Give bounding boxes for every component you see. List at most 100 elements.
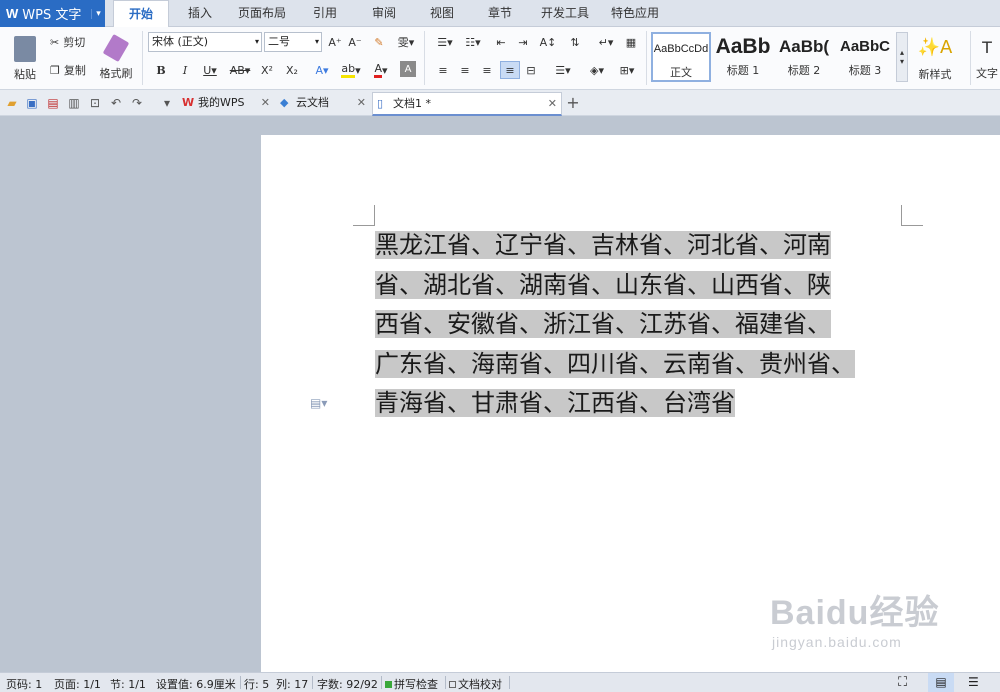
font-size-select[interactable]: 二号 ▾: [264, 32, 322, 52]
tab-chapter[interactable]: 章节: [476, 0, 524, 27]
style-heading-2[interactable]: AaBb( 标题 2: [774, 32, 834, 82]
underline-icon[interactable]: U▾: [198, 61, 222, 79]
spell-check-button[interactable]: 拼写检查: [385, 676, 438, 692]
phonetic-guide-icon[interactable]: 雯▾: [394, 33, 418, 51]
undo-icon[interactable]: ↶: [109, 96, 123, 110]
open-folder-icon[interactable]: ▰: [5, 96, 19, 110]
subscript-icon[interactable]: X₂: [283, 61, 301, 79]
text-tools-icon: T: [982, 37, 992, 57]
paste-label: 粘贴: [14, 68, 36, 81]
selected-text: 青海省、甘肃省、江西省、台湾省: [375, 389, 735, 417]
tab-special[interactable]: 特色应用: [604, 0, 666, 27]
tab-view[interactable]: 视图: [418, 0, 466, 27]
selected-text: 广东省、海南省、四川省、云南省、贵州省、: [375, 349, 855, 378]
style-heading-3[interactable]: AaBbC 标题 3: [835, 32, 895, 82]
print-preview-icon[interactable]: ⊡: [88, 96, 102, 110]
paragraph-handle-icon[interactable]: ▤▾: [310, 396, 327, 410]
justify-icon[interactable]: ≡: [500, 61, 520, 79]
export-pdf-icon[interactable]: ▤: [46, 96, 60, 110]
text-tools-button[interactable]: T 文字: [974, 31, 1000, 87]
distribute-icon[interactable]: ⊟: [522, 61, 540, 79]
sort-icon[interactable]: ⇅: [566, 33, 584, 51]
increase-indent-icon[interactable]: ⇥: [514, 33, 532, 51]
close-icon[interactable]: ✕: [261, 92, 270, 114]
watermark-url: jingyan.baidu.com: [772, 634, 902, 650]
document-body[interactable]: 黑龙江省、辽宁省、吉林省、河北省、河南 省、湖北省、湖南省、山东省、山西省、陕 …: [375, 226, 905, 424]
chevron-down-icon[interactable]: ▾: [91, 8, 105, 19]
format-painter-label: 格式刷: [99, 67, 133, 80]
customize-dropdown-icon[interactable]: ▾: [160, 96, 174, 110]
font-color-icon[interactable]: A ▾: [368, 61, 394, 79]
new-tab-icon[interactable]: +: [566, 95, 580, 111]
new-style-label: 新样式: [918, 67, 952, 81]
border-icon[interactable]: ⊞▾: [614, 61, 640, 79]
checkbox-icon: [449, 681, 456, 688]
grow-font-icon[interactable]: A⁺: [326, 33, 344, 51]
paste-button[interactable]: 粘贴: [8, 31, 42, 87]
watermark: Baidu经验 jingyan.baidu.com: [770, 585, 939, 650]
table-icon[interactable]: ▦: [622, 33, 640, 51]
bullet-list-icon[interactable]: ☰▾: [432, 33, 458, 51]
status-word-count[interactable]: 字数: 92/92: [317, 676, 378, 692]
redo-icon[interactable]: ↷: [130, 96, 144, 110]
styles-scroll[interactable]: ▴ ▾: [896, 32, 908, 82]
status-column: 列: 17: [276, 678, 309, 691]
doc-tab-cloud[interactable]: ◆ 云文档 ✕: [276, 92, 370, 116]
align-right-icon[interactable]: ≡: [478, 61, 496, 79]
tab-developer[interactable]: 开发工具: [534, 0, 596, 27]
show-marks-icon[interactable]: ↵▾: [594, 33, 618, 51]
wps-icon: W: [182, 96, 195, 109]
style-heading-1[interactable]: AaBb 标题 1: [713, 32, 773, 82]
decrease-indent-icon[interactable]: ⇤: [492, 33, 510, 51]
menu-tab-bar: W WPS 文字 ▾ 开始 插入 页面布局 引用 审阅 视图 章节 开发工具 特…: [0, 0, 1000, 28]
page-view-icon[interactable]: ▤: [928, 673, 954, 692]
doc-tab-my-wps[interactable]: W 我的WPS ✕: [178, 92, 274, 116]
app-menu-button[interactable]: W WPS 文字 ▾: [0, 0, 105, 27]
divider: [424, 31, 425, 85]
shrink-font-icon[interactable]: A⁻: [346, 33, 364, 51]
proofread-button[interactable]: 文档校对: [449, 676, 502, 692]
save-icon[interactable]: ▣: [25, 96, 39, 110]
tab-review[interactable]: 审阅: [360, 0, 408, 27]
text-tools-label: 文字: [976, 66, 998, 80]
align-left-icon[interactable]: ≡: [434, 61, 452, 79]
copy-button[interactable]: ❐ 复制: [50, 61, 86, 79]
tab-page-layout[interactable]: 页面布局: [232, 0, 292, 27]
clear-format-icon[interactable]: ✎: [370, 33, 388, 51]
status-row: 行: 5: [244, 678, 270, 691]
numbered-list-icon[interactable]: ☷▾: [460, 33, 486, 51]
tab-home[interactable]: 开始: [113, 0, 169, 28]
tab-references[interactable]: 引用: [302, 0, 348, 27]
italic-icon[interactable]: I: [176, 61, 194, 79]
selected-text: 西省、安徽省、浙江省、江苏省、福建省、: [375, 310, 831, 338]
fullscreen-icon[interactable]: ⛶: [898, 675, 907, 690]
text-line: 青海省、甘肃省、江西省、台湾省: [375, 384, 905, 424]
char-shading-icon[interactable]: A: [400, 61, 416, 77]
line-spacing-icon[interactable]: ☰▾: [550, 61, 576, 79]
close-icon[interactable]: ✕: [548, 93, 557, 115]
shading-icon[interactable]: ◈▾: [584, 61, 610, 79]
doc-tab-document1[interactable]: ▯ 文档1 * ✕: [372, 92, 562, 116]
text-effect-icon[interactable]: A▾: [310, 61, 334, 79]
highlight-icon[interactable]: ab ▾: [338, 61, 364, 79]
format-painter-button[interactable]: 格式刷: [98, 31, 134, 87]
print-icon[interactable]: ▥: [67, 96, 81, 110]
bold-icon[interactable]: B: [152, 61, 170, 79]
text-direction-icon[interactable]: A↕: [536, 33, 560, 51]
style-normal[interactable]: AaBbCcDd 正文: [651, 32, 711, 82]
align-center-icon[interactable]: ≡: [456, 61, 474, 79]
superscript-icon[interactable]: X²: [258, 61, 276, 79]
strikethrough-icon[interactable]: AB▾: [226, 61, 254, 79]
style-sample: AaBb(: [778, 37, 830, 56]
cut-button[interactable]: ✂ 剪切: [50, 33, 85, 51]
margin-mark: [374, 205, 375, 226]
copy-icon: ❐: [50, 63, 60, 77]
doc-tab-label: 文档1 *: [393, 97, 431, 110]
close-icon[interactable]: ✕: [357, 92, 366, 114]
new-style-button[interactable]: ✨A 新样式: [912, 31, 958, 87]
outline-view-icon[interactable]: ☰: [968, 675, 979, 689]
divider: [381, 676, 382, 689]
divider: [970, 31, 971, 85]
font-name-select[interactable]: 宋体 (正文) ▾: [148, 32, 262, 52]
tab-insert[interactable]: 插入: [176, 0, 224, 27]
